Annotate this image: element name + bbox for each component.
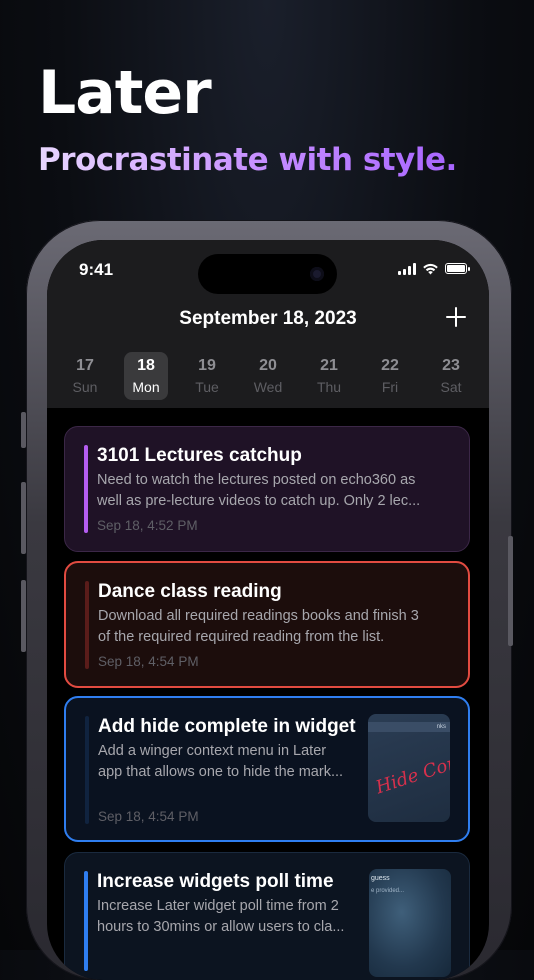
dynamic-island (198, 254, 337, 294)
task-description: Download all required readings books and… (98, 608, 419, 645)
task-accent-bar (84, 871, 88, 971)
top-bar: 9:41 September 18, 2023 17 Sun 18 Mon 19… (47, 240, 489, 408)
task-card[interactable]: Add hide complete in widget Add a winger… (64, 696, 470, 842)
task-accent-bar (85, 716, 89, 824)
day-label: Mon (132, 379, 160, 395)
day-mon[interactable]: 18 Mon (124, 352, 168, 400)
day-label: Fri (381, 379, 399, 395)
day-number: 23 (442, 357, 460, 374)
day-label: Thu (316, 379, 342, 395)
selected-date-title: September 18, 2023 (179, 308, 357, 329)
day-tue[interactable]: 19 Tue (185, 352, 229, 400)
day-fri[interactable]: 22 Fri (368, 352, 412, 400)
day-label: Sat (440, 379, 462, 395)
day-number: 22 (381, 357, 399, 374)
day-sat[interactable]: 23 Sat (429, 352, 473, 400)
status-icons (398, 262, 470, 275)
task-title: 3101 Lectures catchup (97, 445, 302, 466)
day-label: Sun (72, 379, 98, 395)
task-description: Add a winger context menu in Later app th… (98, 743, 344, 780)
task-accent-bar (85, 581, 89, 669)
task-card[interactable]: Increase widgets poll time Increase Late… (64, 852, 470, 980)
task-title: Add hide complete in widget (98, 716, 356, 737)
task-card[interactable]: Dance class reading Download all require… (64, 561, 470, 688)
day-wed[interactable]: 20 Wed (246, 352, 290, 400)
day-label: Wed (253, 379, 283, 395)
camera-icon (310, 267, 324, 281)
volume-down-button (21, 580, 26, 652)
task-attachment-thumbnail[interactable]: nks Hide Comp (368, 714, 450, 822)
add-task-button[interactable] (441, 302, 471, 332)
volume-up-button (21, 482, 26, 554)
day-number: 17 (76, 357, 94, 374)
day-thu[interactable]: 21 Thu (307, 352, 351, 400)
tagline: Procrastinate with style. (38, 142, 457, 178)
task-title: Dance class reading (98, 581, 282, 602)
week-strip: 17 Sun 18 Mon 19 Tue 20 Wed 21 Thu 22 Fr… (63, 352, 473, 400)
task-description: Need to watch the lectures posted on ech… (97, 472, 421, 509)
task-timestamp: Sep 18, 4:52 PM (97, 518, 198, 533)
day-sun[interactable]: 17 Sun (63, 352, 107, 400)
cellular-signal-icon (398, 262, 416, 275)
day-number: 19 (198, 357, 216, 374)
headline: Later (38, 58, 212, 128)
phone-screen: 9:41 September 18, 2023 17 Sun 18 Mon 19… (47, 240, 489, 980)
action-button (21, 412, 26, 448)
day-number: 18 (137, 357, 155, 374)
wifi-icon (423, 263, 438, 275)
task-accent-bar (84, 445, 88, 533)
task-title: Increase widgets poll time (97, 871, 334, 892)
day-number: 20 (259, 357, 277, 374)
battery-icon (445, 263, 470, 274)
power-button (508, 536, 513, 646)
task-timestamp: Sep 18, 4:54 PM (98, 809, 199, 824)
status-time: 9:41 (79, 260, 114, 279)
task-card[interactable]: 3101 Lectures catchup Need to watch the … (64, 426, 470, 552)
task-timestamp: Sep 18, 4:54 PM (98, 654, 199, 669)
task-attachment-thumbnail[interactable]: guess e provided... (369, 869, 451, 977)
day-number: 21 (320, 357, 338, 374)
task-description: Increase Later widget poll time from 2 ho… (97, 898, 345, 935)
day-label: Tue (195, 379, 219, 395)
